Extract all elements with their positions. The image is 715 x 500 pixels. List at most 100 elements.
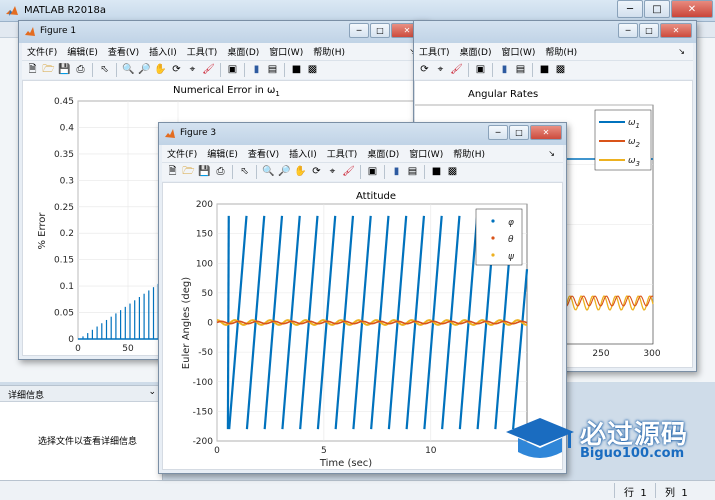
- menu-help[interactable]: 帮助(H): [448, 147, 490, 160]
- show-plot-tools-icon[interactable]: ▩: [446, 166, 459, 179]
- zoom-in-icon[interactable]: 🔍: [262, 166, 275, 179]
- print-icon[interactable]: ⎙: [214, 166, 227, 179]
- zoom-out-icon[interactable]: 🔎: [138, 64, 151, 77]
- figure-icon: [165, 129, 175, 138]
- app-title: MATLAB R2018a: [24, 5, 107, 16]
- rotate-icon[interactable]: ⟳: [310, 166, 323, 179]
- figure-2-titlebar[interactable]: ─ □ ✕: [414, 21, 696, 43]
- figure-icon: [25, 27, 35, 36]
- colorbar-icon[interactable]: ▮: [498, 64, 511, 77]
- figure-3-titlebar[interactable]: Figure 3 ─ □ ✕: [159, 123, 566, 145]
- menu-view[interactable]: 查看(V): [103, 45, 144, 58]
- pointer-icon[interactable]: ⬁: [238, 166, 251, 179]
- pan-icon[interactable]: ✋: [154, 64, 167, 77]
- new-figure-icon[interactable]: 🗎: [26, 64, 39, 77]
- brush-icon[interactable]: 🖌: [450, 64, 463, 77]
- graduation-cap-icon: [506, 418, 574, 458]
- details-pane-header: 详细信息 ⌄: [0, 386, 162, 402]
- link-plot-icon[interactable]: ▣: [474, 64, 487, 77]
- link-plot-icon[interactable]: ▣: [226, 64, 239, 77]
- maximize-button[interactable]: □: [639, 23, 659, 38]
- new-figure-icon[interactable]: 🗎: [166, 166, 179, 179]
- figure-2-menubar: 工具(T) 桌面(D) 窗口(W) 帮助(H) ↘: [414, 43, 693, 60]
- maximize-button[interactable]: □: [370, 23, 390, 38]
- minimize-button[interactable]: ─: [488, 125, 508, 140]
- menu-insert[interactable]: 插入(I): [144, 45, 182, 58]
- rotate-icon[interactable]: ⟳: [418, 64, 431, 77]
- close-button[interactable]: ✕: [530, 125, 562, 140]
- menu-edit[interactable]: 编辑(E): [202, 147, 243, 160]
- menu-window[interactable]: 窗口(W): [404, 147, 448, 160]
- print-icon[interactable]: ⎙: [74, 64, 87, 77]
- pan-icon[interactable]: ✋: [294, 166, 307, 179]
- minimize-button[interactable]: ─: [349, 23, 369, 38]
- toolbar-separator: [256, 165, 257, 179]
- y-tick-label: 0: [68, 335, 74, 345]
- data-cursor-icon[interactable]: ⌖: [434, 64, 447, 77]
- hide-plot-tools-icon[interactable]: ■: [538, 64, 551, 77]
- maximize-button[interactable]: □: [509, 125, 529, 140]
- data-cursor-icon[interactable]: ⌖: [186, 64, 199, 77]
- chart-title: Angular Rates: [468, 89, 538, 100]
- details-pane-title: 详细信息: [8, 391, 45, 401]
- close-button[interactable]: ✕: [671, 0, 713, 18]
- menu-insert[interactable]: 插入(I): [284, 147, 322, 160]
- menu-window[interactable]: 窗口(W): [496, 45, 540, 58]
- show-plot-tools-icon[interactable]: ▩: [306, 64, 319, 77]
- minimize-button[interactable]: ─: [617, 0, 643, 18]
- maximize-button[interactable]: □: [644, 0, 670, 18]
- menu-tools[interactable]: 工具(T): [182, 45, 223, 58]
- x-tick-label: 5: [321, 446, 327, 456]
- y-tick-label: 100: [196, 259, 213, 269]
- menu-view[interactable]: 查看(V): [243, 147, 284, 160]
- colorbar-icon[interactable]: ▮: [250, 64, 263, 77]
- menu-help[interactable]: 帮助(H): [540, 45, 582, 58]
- brush-icon[interactable]: 🖌: [342, 166, 355, 179]
- y-tick-label: -200: [193, 437, 214, 447]
- legend-marker: [491, 236, 495, 240]
- menu-edit[interactable]: 编辑(E): [62, 45, 103, 58]
- menu-help[interactable]: 帮助(H): [308, 45, 350, 58]
- chevron-down-icon[interactable]: ⌄: [148, 387, 156, 397]
- open-file-icon[interactable]: 🗁: [182, 166, 195, 179]
- open-file-icon[interactable]: 🗁: [42, 64, 55, 77]
- link-plot-icon[interactable]: ▣: [366, 166, 379, 179]
- menu-tools[interactable]: 工具(T): [414, 45, 455, 58]
- hide-plot-tools-icon[interactable]: ■: [290, 64, 303, 77]
- legend-icon[interactable]: ▤: [406, 166, 419, 179]
- figure-1-toolbar: 🗎 🗁 💾 ⎙ ⬁ 🔍 🔎 ✋ ⟳ ⌖ 🖌 ▣ ▮ ▤ ■ ▩: [22, 60, 424, 79]
- legend-icon[interactable]: ▤: [514, 64, 527, 77]
- colorbar-icon[interactable]: ▮: [390, 166, 403, 179]
- show-plot-tools-icon[interactable]: ▩: [554, 64, 567, 77]
- menu-desktop[interactable]: 桌面(D): [455, 45, 497, 58]
- y-axis-label: % Error: [37, 212, 48, 250]
- data-cursor-icon[interactable]: ⌖: [326, 166, 339, 179]
- menu-desktop[interactable]: 桌面(D): [362, 147, 404, 160]
- dock-arrow-icon[interactable]: ↘: [673, 47, 693, 56]
- legend-icon[interactable]: ▤: [266, 64, 279, 77]
- menu-file[interactable]: 文件(F): [22, 45, 62, 58]
- save-icon[interactable]: 💾: [58, 64, 71, 77]
- legend-marker: [491, 253, 495, 257]
- menu-window[interactable]: 窗口(W): [264, 45, 308, 58]
- menu-tools[interactable]: 工具(T): [322, 147, 363, 160]
- status-bar: 行 1 列 1: [0, 480, 715, 500]
- brush-icon[interactable]: 🖌: [202, 64, 215, 77]
- pointer-icon[interactable]: ⬁: [98, 64, 111, 77]
- toolbar-separator: [220, 63, 221, 77]
- zoom-out-icon[interactable]: 🔎: [278, 166, 291, 179]
- hide-plot-tools-icon[interactable]: ■: [430, 166, 443, 179]
- save-icon[interactable]: 💾: [198, 166, 211, 179]
- dock-arrow-icon[interactable]: ↘: [543, 149, 563, 158]
- figure-1-menubar: 文件(F) 编辑(E) 查看(V) 插入(I) 工具(T) 桌面(D) 窗口(W…: [22, 43, 424, 60]
- zoom-in-icon[interactable]: 🔍: [122, 64, 135, 77]
- close-button[interactable]: ✕: [660, 23, 692, 38]
- x-tick-label: 0: [214, 446, 220, 456]
- menu-file[interactable]: 文件(F): [162, 147, 202, 160]
- menu-desktop[interactable]: 桌面(D): [222, 45, 264, 58]
- toolbar-separator: [244, 63, 245, 77]
- figure-1-titlebar[interactable]: Figure 1 ─ □ ✕: [19, 21, 427, 43]
- minimize-button[interactable]: ─: [618, 23, 638, 38]
- y-tick-label: -150: [193, 407, 214, 417]
- rotate-icon[interactable]: ⟳: [170, 64, 183, 77]
